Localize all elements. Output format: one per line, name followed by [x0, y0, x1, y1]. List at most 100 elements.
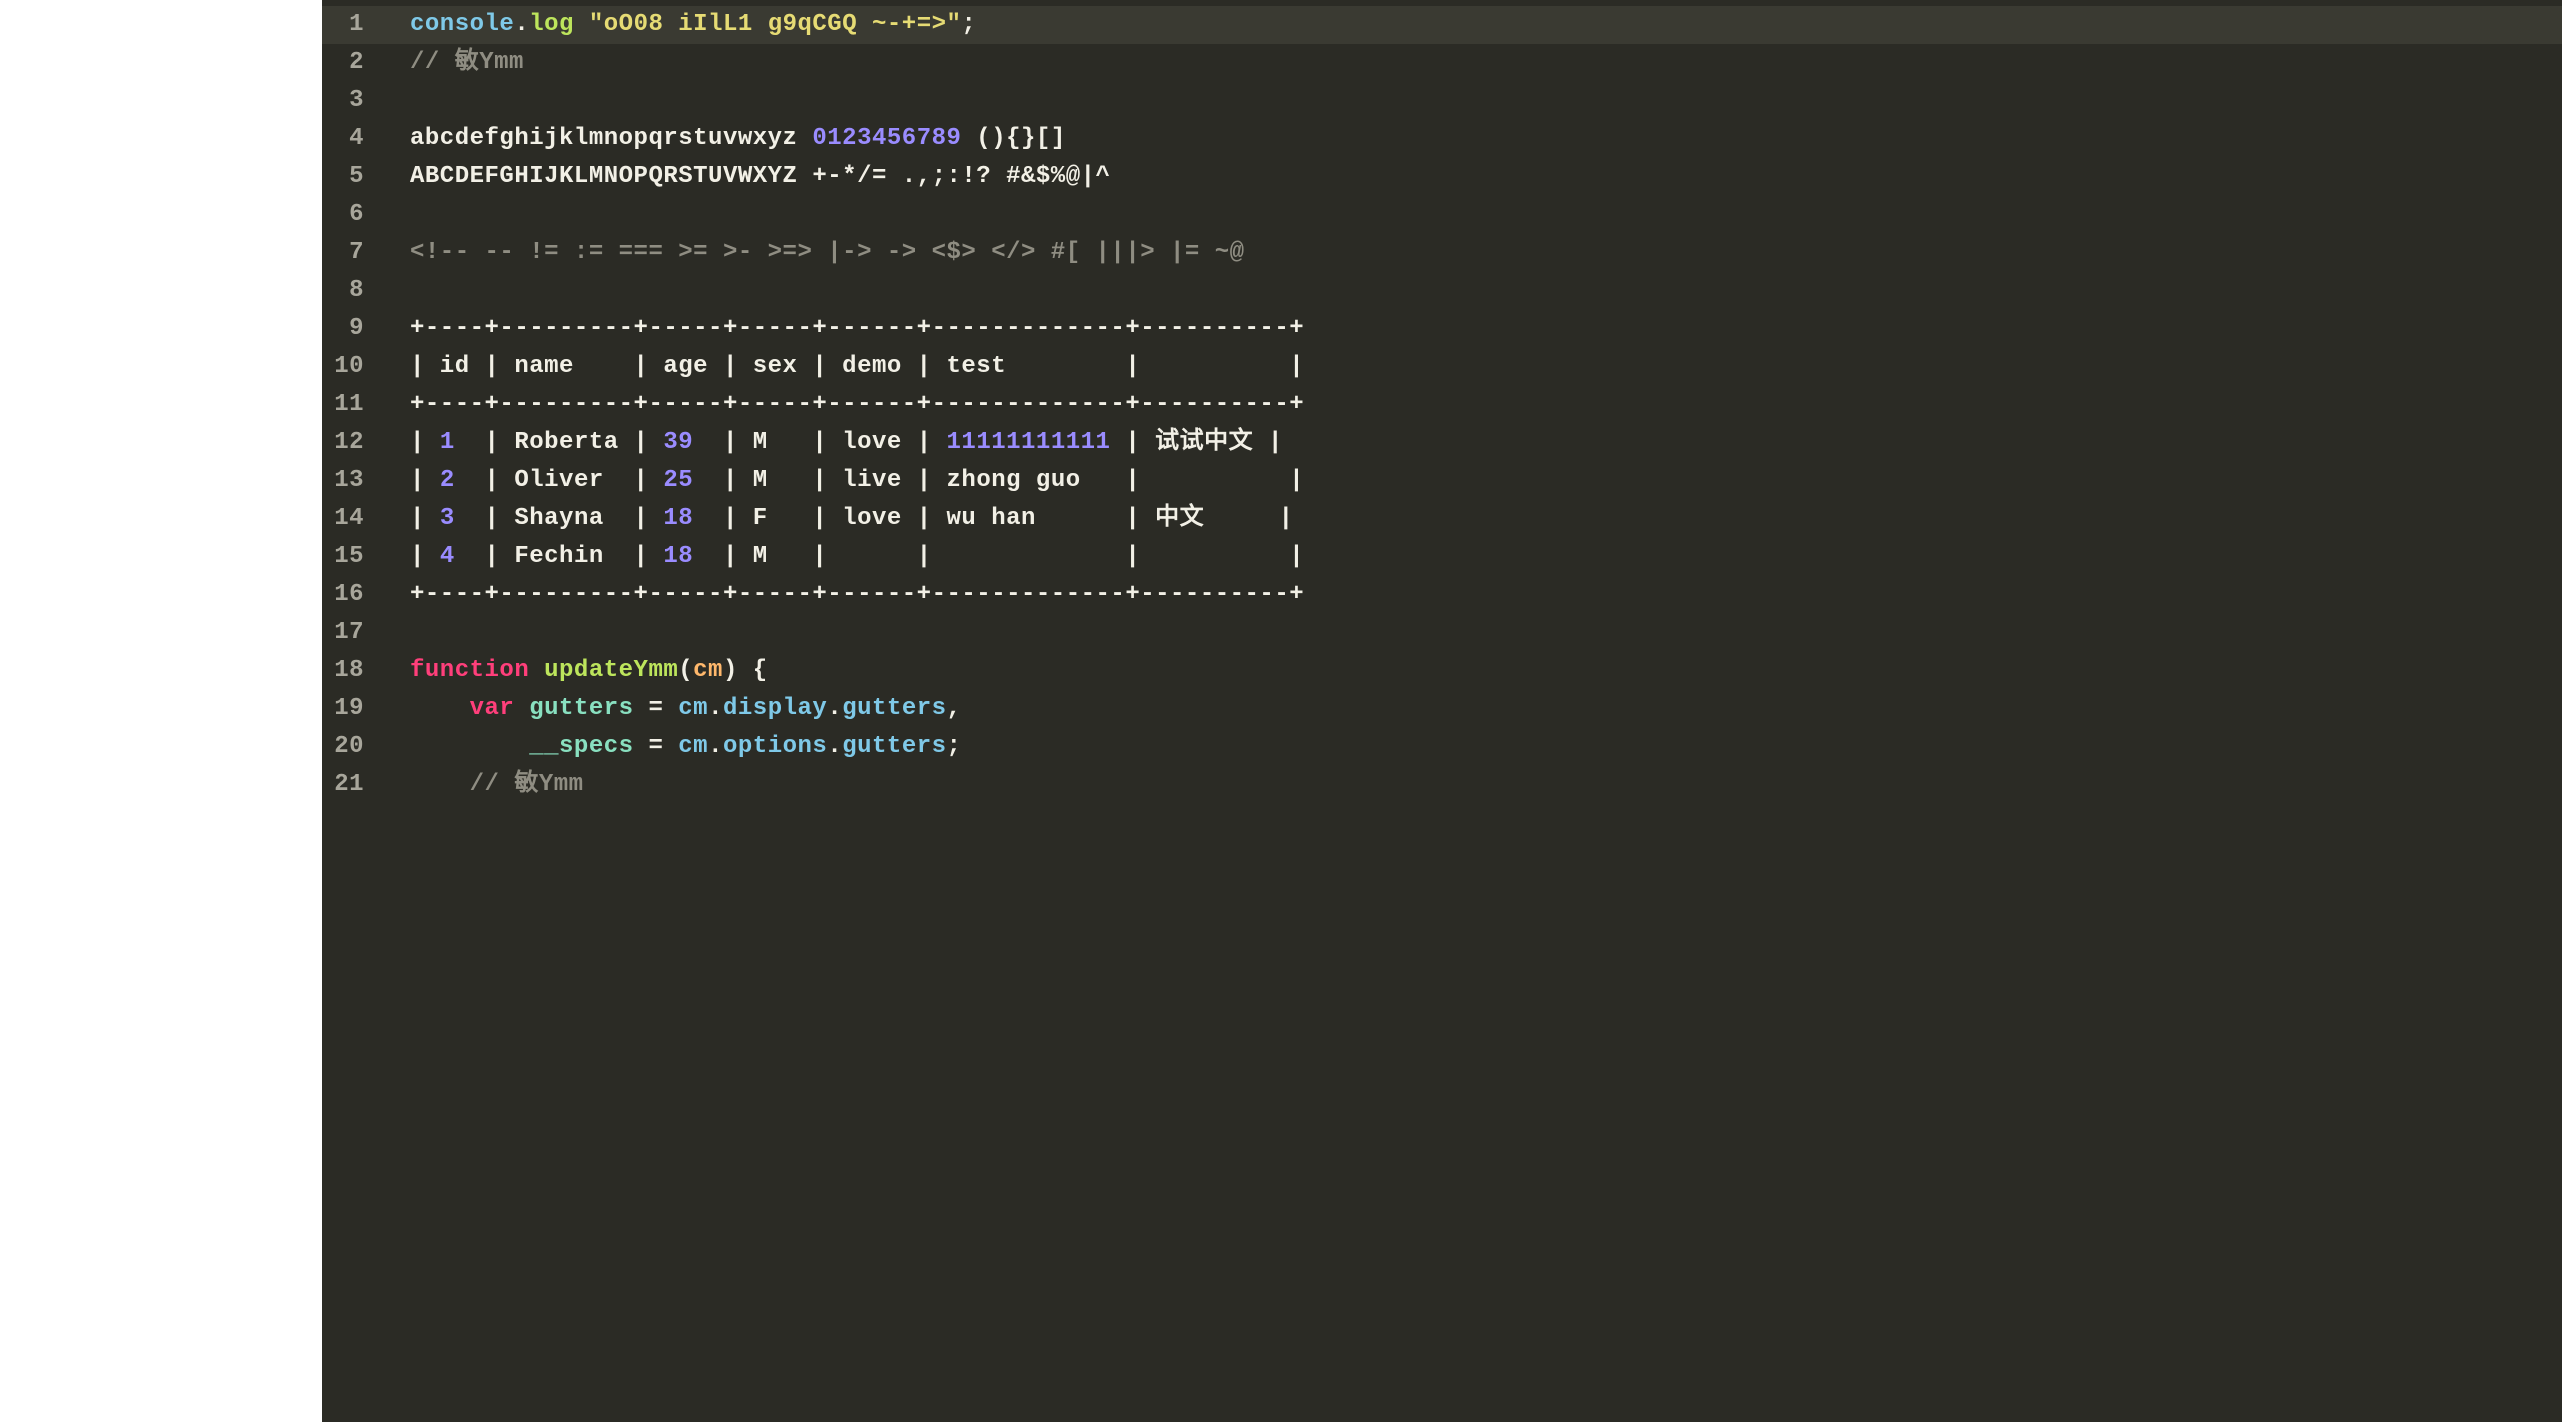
- token: log: [529, 11, 574, 38]
- token: | Oliver |: [455, 467, 664, 494]
- code-line[interactable]: 10 | id | name | age | sex | demo | test …: [322, 348, 2562, 386]
- code-content[interactable]: | 1 | Roberta | 39 | M | love | 11111111…: [378, 424, 2562, 462]
- token: [574, 11, 589, 38]
- token: =: [634, 695, 679, 722]
- token: <!-- -- != := === >= >- >=> |-> -> <$> <…: [410, 239, 1245, 266]
- code-line[interactable]: 12| 1 | Roberta | 39 | M | love | 111111…: [322, 424, 2562, 462]
- line-number: 10: [322, 348, 378, 386]
- code-content[interactable]: ABCDEFGHIJKLMNOPQRSTUVWXYZ +-*/= .,;:!? …: [378, 158, 2562, 196]
- code-line[interactable]: 11+----+---------+-----+-----+------+---…: [322, 386, 2562, 424]
- line-number: 18: [322, 652, 378, 690]
- token: var: [470, 695, 515, 722]
- code-line[interactable]: 2// 敏Ymm: [322, 44, 2562, 82]
- token: (){}[]: [961, 125, 1065, 152]
- token: updateYmm: [544, 657, 678, 684]
- code-line[interactable]: 17: [322, 614, 2562, 652]
- code-editor[interactable]: 1console.log "oO08 iIlL1 g9qCGQ ~-+=>";2…: [322, 0, 2562, 1422]
- code-line[interactable]: 14| 3 | Shayna | 18 | F | love | wu han …: [322, 500, 2562, 538]
- code-content[interactable]: +----+---------+-----+-----+------+-----…: [378, 310, 2562, 348]
- line-number: 7: [322, 234, 378, 272]
- token: | Roberta |: [455, 429, 664, 456]
- token: display: [723, 695, 827, 722]
- token: 18: [663, 543, 693, 570]
- code-line[interactable]: 18function updateYmm(cm) {: [322, 652, 2562, 690]
- token: 18: [663, 505, 693, 532]
- code-line[interactable]: 8: [322, 272, 2562, 310]
- token: gutters: [842, 733, 946, 760]
- token: 3: [440, 505, 455, 532]
- code-line[interactable]: 9+----+---------+-----+-----+------+----…: [322, 310, 2562, 348]
- code-line[interactable]: 13| 2 | Oliver | 25 | M | live | zhong g…: [322, 462, 2562, 500]
- token: [514, 695, 529, 722]
- token: function: [410, 657, 529, 684]
- line-number: 2: [322, 44, 378, 82]
- code-content[interactable]: __specs = cm.options.gutters;: [378, 728, 2562, 766]
- line-number: 5: [322, 158, 378, 196]
- code-content[interactable]: abcdefghijklmnopqrstuvwxyz 0123456789 ()…: [378, 120, 2562, 158]
- code-content[interactable]: // 敏Ymm: [378, 44, 2562, 82]
- code-content[interactable]: | 4 | Fechin | 18 | M | | | |: [378, 538, 2562, 576]
- token: console: [410, 11, 514, 38]
- token: +----+---------+-----+-----+------+-----…: [410, 581, 1304, 608]
- code-content[interactable]: +----+---------+-----+-----+------+-----…: [378, 386, 2562, 424]
- token: gutters: [529, 695, 633, 722]
- code-line[interactable]: 20 __specs = cm.options.gutters;: [322, 728, 2562, 766]
- code-content[interactable]: var gutters = cm.display.gutters,: [378, 690, 2562, 728]
- line-number: 3: [322, 82, 378, 120]
- token: cm: [693, 657, 723, 684]
- code-line[interactable]: 21 // 敏Ymm: [322, 766, 2562, 804]
- token: 4: [440, 543, 455, 570]
- token: .: [827, 695, 842, 722]
- token: | Shayna |: [455, 505, 664, 532]
- token: | Fechin |: [455, 543, 664, 570]
- token: | M | live | zhong guo | |: [693, 467, 1304, 494]
- code-line[interactable]: 7 <!-- -- != := === >= >- >=> |-> -> <$> …: [322, 234, 2562, 272]
- code-content[interactable]: [378, 614, 2562, 652]
- token: abcdefghijklmnopqrstuvwxyz: [410, 125, 812, 152]
- code-line[interactable]: 3: [322, 82, 2562, 120]
- line-number: 11: [322, 386, 378, 424]
- token: [410, 695, 470, 722]
- token: =: [634, 733, 679, 760]
- code-content[interactable]: <!-- -- != := === >= >- >=> |-> -> <$> <…: [378, 234, 2562, 272]
- token: __specs: [529, 733, 633, 760]
- line-number: 16: [322, 576, 378, 614]
- code-content[interactable]: function updateYmm(cm) {: [378, 652, 2562, 690]
- code-content[interactable]: [378, 82, 2562, 120]
- line-number: 19: [322, 690, 378, 728]
- line-number: 14: [322, 500, 378, 538]
- code-line[interactable]: 15| 4 | Fechin | 18 | M | | | |: [322, 538, 2562, 576]
- code-content[interactable]: | 2 | Oliver | 25 | M | live | zhong guo…: [378, 462, 2562, 500]
- token: ,: [947, 695, 962, 722]
- token: |: [410, 429, 440, 456]
- code-content[interactable]: [378, 272, 2562, 310]
- token: options: [723, 733, 827, 760]
- token: 25: [663, 467, 693, 494]
- code-content[interactable]: console.log "oO08 iIlL1 g9qCGQ ~-+=>";: [378, 6, 2562, 44]
- token: | id | name | age | sex | demo | test | …: [410, 353, 1304, 380]
- code-content[interactable]: | id | name | age | sex | demo | test | …: [378, 348, 2562, 386]
- token: "oO08 iIlL1 g9qCGQ ~-+=>": [589, 11, 962, 38]
- code-content[interactable]: | 3 | Shayna | 18 | F | love | wu han | …: [378, 500, 2562, 538]
- token: | M | love |: [693, 429, 946, 456]
- line-number: 8: [322, 272, 378, 310]
- token: 0123456789: [812, 125, 961, 152]
- code-line[interactable]: 16 +----+---------+-----+-----+------+---…: [322, 576, 2562, 614]
- token: gutters: [842, 695, 946, 722]
- token: [529, 657, 544, 684]
- token: ;: [947, 733, 962, 760]
- token: ;: [961, 11, 976, 38]
- code-content[interactable]: [378, 196, 2562, 234]
- token: |: [410, 543, 440, 570]
- code-content[interactable]: +----+---------+-----+-----+------+-----…: [378, 576, 2562, 614]
- token: +----+---------+-----+-----+------+-----…: [410, 315, 1304, 342]
- token: .: [708, 695, 723, 722]
- code-line[interactable]: 6: [322, 196, 2562, 234]
- code-line[interactable]: 5ABCDEFGHIJKLMNOPQRSTUVWXYZ +-*/= .,;:!?…: [322, 158, 2562, 196]
- code-line[interactable]: 1console.log "oO08 iIlL1 g9qCGQ ~-+=>";: [322, 6, 2562, 44]
- code-line[interactable]: 4abcdefghijklmnopqrstuvwxyz 0123456789 (…: [322, 120, 2562, 158]
- code-content[interactable]: // 敏Ymm: [378, 766, 2562, 804]
- token: [410, 733, 529, 760]
- token: |: [410, 467, 440, 494]
- code-line[interactable]: 19 var gutters = cm.display.gutters,: [322, 690, 2562, 728]
